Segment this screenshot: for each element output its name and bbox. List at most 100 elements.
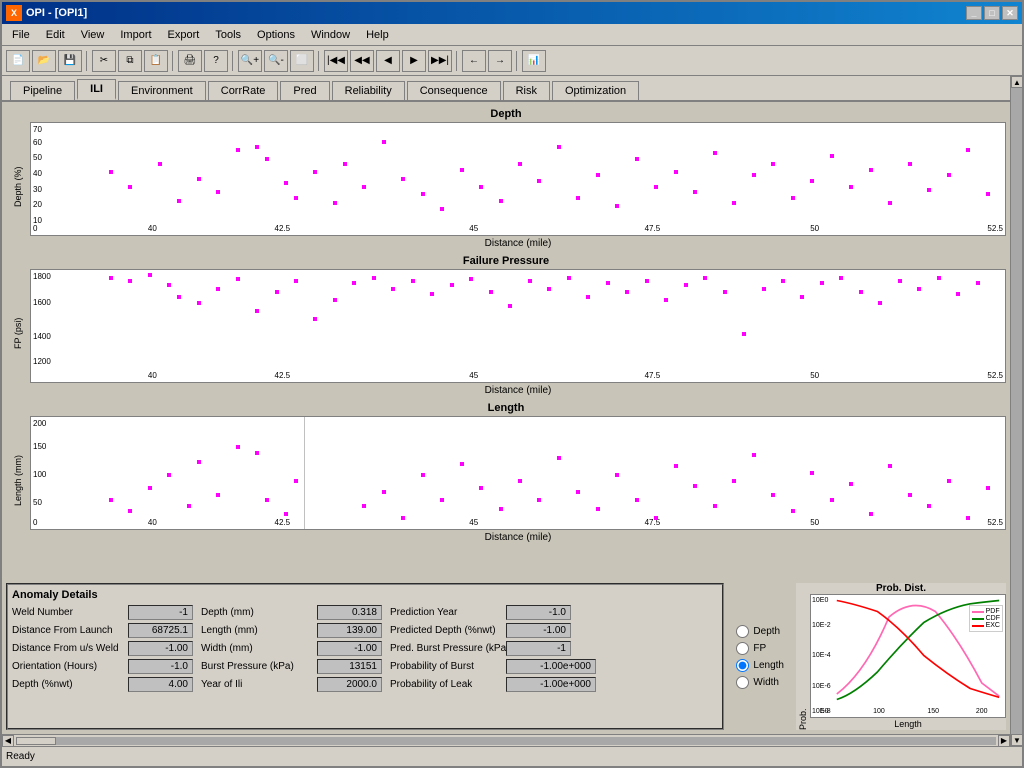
radio-width-input[interactable] — [736, 676, 749, 689]
width-mm-label: Width (mm) — [201, 643, 311, 654]
tab-environment[interactable]: Environment — [118, 81, 206, 100]
tab-ili[interactable]: ILI — [77, 79, 116, 100]
weld-number-label: Weld Number — [12, 607, 122, 618]
legend-cdf-label: CDF — [986, 615, 1000, 622]
app-title: OPI - [OPI1] — [26, 7, 87, 19]
length-mm-value: 139.00 — [317, 623, 382, 638]
pred-burst-value: -1 — [506, 641, 571, 656]
hscroll-right[interactable]: ▶ — [998, 735, 1010, 747]
length-chart-plot[interactable]: 200 150 100 50 0 40 42.5 45 47.5 50 52.5 — [30, 416, 1006, 530]
fp-chart-title: Failure Pressure — [6, 253, 1006, 269]
radio-depth[interactable]: Depth — [736, 625, 784, 638]
burst-pressure-value: 13151 — [317, 659, 382, 674]
legend-cdf: CDF — [972, 615, 1000, 622]
radio-fp-label[interactable]: FP — [753, 643, 766, 654]
tab-consequence[interactable]: Consequence — [407, 81, 501, 100]
prob-burst-label: Probability of Burst — [390, 661, 500, 672]
anomaly-details-box: Anomaly Details Weld Number -1 Distance … — [6, 583, 724, 730]
radio-section: Depth FP Length Width — [732, 583, 788, 730]
menu-window[interactable]: Window — [303, 27, 358, 43]
print-button[interactable]: 🖨 — [178, 50, 202, 72]
tab-corrrate[interactable]: CorrRate — [208, 81, 279, 100]
tab-reliability[interactable]: Reliability — [332, 81, 405, 100]
length-chart-inner: Length (mm) 200 150 100 50 0 40 42.5 — [6, 416, 1006, 545]
zoom-rect-button[interactable]: ⬜ — [290, 50, 314, 72]
menu-view[interactable]: View — [73, 27, 113, 43]
tab-strip: Pipeline ILI Environment CorrRate Pred R… — [2, 76, 1010, 102]
nav-first-button[interactable]: |◀◀ — [324, 50, 348, 72]
dist-weld-label: Distance From u/s Weld — [12, 643, 122, 654]
radio-fp[interactable]: FP — [736, 642, 784, 655]
depth-chart-plot[interactable]: 70 60 50 40 30 20 10 0 40 42.5 — [30, 122, 1006, 236]
menu-options[interactable]: Options — [249, 27, 303, 43]
menu-tools[interactable]: Tools — [207, 27, 249, 43]
depth-pct-label: Depth (%nwt) — [12, 679, 122, 690]
hscroll-track[interactable] — [16, 737, 996, 745]
menu-help[interactable]: Help — [358, 27, 397, 43]
forward-button[interactable]: → — [488, 50, 512, 72]
tab-pred[interactable]: Pred — [280, 81, 329, 100]
open-button[interactable]: 📂 — [32, 50, 56, 72]
menu-export[interactable]: Export — [160, 27, 208, 43]
prob-leak-value: -1.00e+000 — [506, 677, 596, 692]
field-orientation: Orientation (Hours) -1.0 — [12, 659, 193, 674]
radio-fp-input[interactable] — [736, 642, 749, 655]
pred-depth-label: Predicted Depth (%nwt) — [390, 625, 500, 636]
radio-length[interactable]: Length — [736, 659, 784, 672]
tab-optimization[interactable]: Optimization — [552, 81, 639, 100]
nav-next-fast-button[interactable]: ▶▶| — [428, 50, 452, 72]
nav-next-button[interactable]: ▶ — [402, 50, 426, 72]
help-button[interactable]: ? — [204, 50, 228, 72]
chart-button[interactable]: 📊 — [522, 50, 546, 72]
menu-bar: File Edit View Import Export Tools Optio… — [2, 24, 1022, 46]
pred-year-value: -1.0 — [506, 605, 571, 620]
menu-file[interactable]: File — [4, 27, 38, 43]
menu-import[interactable]: Import — [112, 27, 159, 43]
hscroll-thumb[interactable] — [16, 737, 56, 745]
toolbar: 📄 📂 💾 ✂ ⧉ 📋 🖨 ? 🔍+ 🔍- ⬜ |◀◀ ◀◀ ◀ ▶ ▶▶| ←… — [2, 46, 1022, 76]
minimize-button[interactable]: _ — [966, 6, 982, 20]
fp-xlabel: Distance (mile) — [30, 383, 1006, 398]
radio-depth-input[interactable] — [736, 625, 749, 638]
anomaly-col2: Depth (mm) 0.318 Length (mm) 139.00 Widt… — [201, 605, 382, 692]
vscroll-up[interactable]: ▲ — [1011, 76, 1022, 88]
toolbar-sep3 — [232, 51, 234, 71]
charts-area: Depth Depth (%) 70 60 50 40 — [2, 102, 1010, 579]
vscroll-track[interactable] — [1011, 88, 1022, 734]
depth-ylabel: Depth (%) — [6, 122, 30, 251]
pred-burst-label: Pred. Burst Pressure (kPa) — [390, 643, 500, 654]
depth-pct-value: 4.00 — [128, 677, 193, 692]
back-button[interactable]: ← — [462, 50, 486, 72]
hscroll-left[interactable]: ◀ — [2, 735, 14, 747]
radio-length-label[interactable]: Length — [753, 660, 784, 671]
paste-button[interactable]: 📋 — [144, 50, 168, 72]
cut-button[interactable]: ✂ — [92, 50, 116, 72]
copy-button[interactable]: ⧉ — [118, 50, 142, 72]
length-ylabel: Length (mm) — [6, 416, 30, 545]
depth-mm-label: Depth (mm) — [201, 607, 311, 618]
prob-plot[interactable]: 10E0 10E-2 10E-4 10E-6 10E-8 50 100 150 … — [810, 594, 1006, 718]
restore-button[interactable]: □ — [984, 6, 1000, 20]
radio-width-label[interactable]: Width — [753, 677, 779, 688]
menu-edit[interactable]: Edit — [38, 27, 73, 43]
radio-length-input[interactable] — [736, 659, 749, 672]
nav-prev-button[interactable]: ◀ — [376, 50, 400, 72]
zoom-in-button[interactable]: 🔍+ — [238, 50, 262, 72]
anomaly-details-title: Anomaly Details — [12, 589, 718, 601]
tab-risk[interactable]: Risk — [503, 81, 550, 100]
radio-width[interactable]: Width — [736, 676, 784, 689]
fp-chart-plot[interactable]: 1800 1600 1400 1200 40 42.5 45 47.5 50 5… — [30, 269, 1006, 383]
vscroll-down[interactable]: ▼ — [1011, 734, 1022, 746]
toolbar-sep2 — [172, 51, 174, 71]
prob-chart-area: 10E0 10E-2 10E-4 10E-6 10E-8 50 100 150 … — [810, 594, 1006, 730]
save-button[interactable]: 💾 — [58, 50, 82, 72]
tab-pipeline[interactable]: Pipeline — [10, 81, 75, 100]
zoom-out-button[interactable]: 🔍- — [264, 50, 288, 72]
app-window: X OPI - [OPI1] _ □ ✕ File Edit View Impo… — [0, 0, 1024, 768]
close-button[interactable]: ✕ — [1002, 6, 1018, 20]
nav-prev-fast-button[interactable]: ◀◀ — [350, 50, 374, 72]
pred-depth-value: -1.00 — [506, 623, 571, 638]
field-length-mm: Length (mm) 139.00 — [201, 623, 382, 638]
radio-depth-label[interactable]: Depth — [753, 626, 780, 637]
new-button[interactable]: 📄 — [6, 50, 30, 72]
